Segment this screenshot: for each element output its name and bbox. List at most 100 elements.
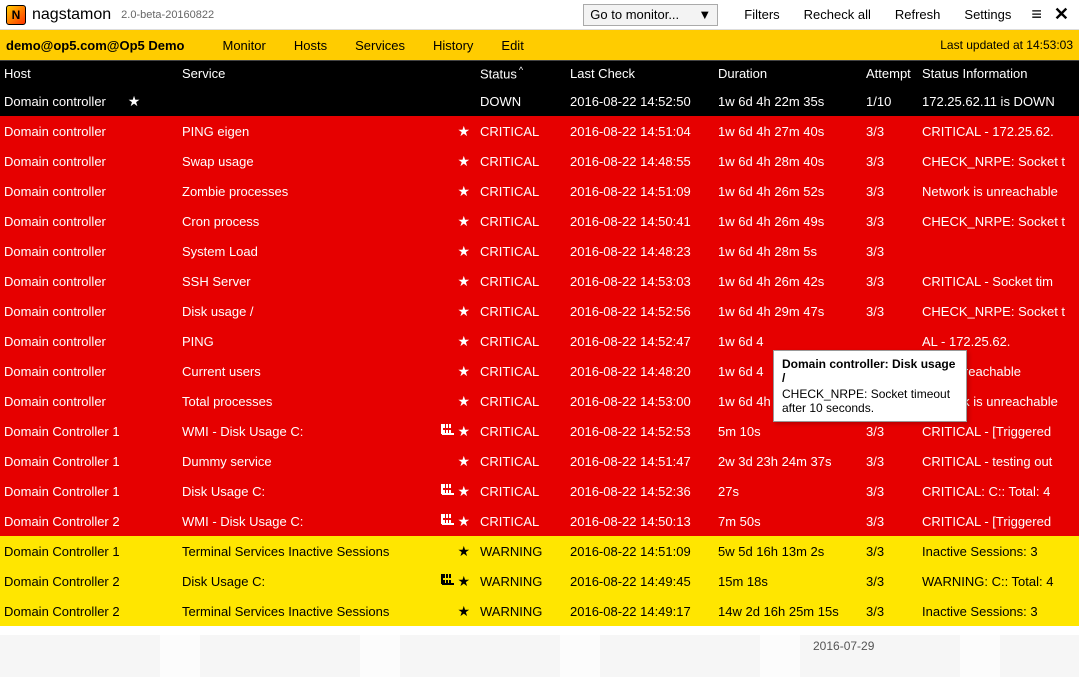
graph-icon[interactable]	[441, 573, 455, 589]
table-row[interactable]: Domain Controller 2WMI - Disk Usage C:★C…	[0, 506, 1079, 536]
host-label: Domain controller	[4, 364, 106, 379]
server-menu-hosts[interactable]: Hosts	[294, 38, 327, 53]
table-row[interactable]: Domain controller ★DOWN2016-08-22 14:52:…	[0, 86, 1079, 116]
star-icon[interactable]: ★	[457, 273, 470, 290]
col-header-lastcheck[interactable]: Last Check	[566, 66, 714, 81]
host-label: Domain Controller 2	[4, 514, 120, 529]
filters-button[interactable]: Filters	[744, 7, 779, 22]
cell-duration: 1w 6d 4h 26m 49s	[714, 214, 862, 229]
cell-info: Inactive Sessions: 3	[918, 604, 1079, 619]
table-row[interactable]: Domain Controller 1Dummy service★CRITICA…	[0, 446, 1079, 476]
table-row[interactable]: Domain controllerPING eigen★CRITICAL2016…	[0, 116, 1079, 146]
cell-attempt: 3/3	[862, 454, 918, 469]
table-row[interactable]: Domain controllerCron process★CRITICAL20…	[0, 206, 1079, 236]
cell-icons: ★	[426, 153, 476, 170]
star-icon[interactable]: ★	[457, 513, 470, 530]
background-thumbnails	[0, 635, 1079, 677]
col-header-info[interactable]: Status Information	[918, 66, 1079, 81]
star-icon[interactable]: ★	[457, 543, 470, 560]
star-icon[interactable]: ★	[457, 573, 470, 590]
top-toolbar: N nagstamon 2.0-beta-20160822 Go to moni…	[0, 0, 1079, 30]
table-row[interactable]: Domain controllerSystem Load★CRITICAL201…	[0, 236, 1079, 266]
star-icon[interactable]: ★	[457, 333, 470, 350]
cell-lastcheck: 2016-08-22 14:51:04	[566, 124, 714, 139]
host-label: Domain controller	[4, 184, 106, 199]
star-icon[interactable]: ★	[457, 423, 470, 440]
cell-host: Domain controller	[0, 274, 178, 289]
star-icon[interactable]: ★	[457, 183, 470, 200]
cell-host: Domain controller	[0, 244, 178, 259]
server-menu-history[interactable]: History	[433, 38, 473, 53]
cell-duration: 1w 6d 4h 26m 42s	[714, 274, 862, 289]
table-row[interactable]: Domain Controller 2Disk Usage C:★WARNING…	[0, 566, 1079, 596]
star-icon[interactable]: ★	[457, 393, 470, 410]
cell-icons: ★	[426, 513, 476, 530]
cell-lastcheck: 2016-08-22 14:52:50	[566, 94, 714, 109]
star-icon[interactable]: ★	[457, 303, 470, 320]
refresh-button[interactable]: Refresh	[895, 7, 941, 22]
col-header-host[interactable]: Host	[0, 66, 178, 81]
hamburger-menu-icon[interactable]: ≡	[1031, 4, 1042, 25]
cell-service: PING	[178, 334, 426, 349]
table-row[interactable]: Domain Controller 1Disk Usage C:★CRITICA…	[0, 476, 1079, 506]
star-icon[interactable]: ★	[457, 453, 470, 470]
cell-lastcheck: 2016-08-22 14:48:23	[566, 244, 714, 259]
recheck-all-button[interactable]: Recheck all	[804, 7, 871, 22]
star-icon[interactable]: ★	[457, 603, 470, 620]
cell-info: CRITICAL: C:: Total: 4	[918, 484, 1079, 499]
table-row[interactable]: Domain controllerDisk usage /★CRITICAL20…	[0, 296, 1079, 326]
star-icon[interactable]: ★	[457, 123, 470, 140]
close-icon[interactable]: ✕	[1054, 4, 1069, 25]
cell-status: CRITICAL	[476, 364, 566, 379]
server-menu-services[interactable]: Services	[355, 38, 405, 53]
cell-status: CRITICAL	[476, 334, 566, 349]
cell-attempt: 3/3	[862, 484, 918, 499]
app-logo: N	[6, 5, 26, 25]
cell-status: CRITICAL	[476, 154, 566, 169]
cell-lastcheck: 2016-08-22 14:52:36	[566, 484, 714, 499]
table-row[interactable]: Domain Controller 2Terminal Services Ina…	[0, 596, 1079, 626]
col-header-service[interactable]: Service	[178, 66, 426, 81]
host-label: Domain controller	[4, 274, 106, 289]
cell-service: WMI - Disk Usage C:	[178, 424, 426, 439]
star-icon[interactable]: ★	[457, 153, 470, 170]
cell-service: Total processes	[178, 394, 426, 409]
graph-icon[interactable]	[441, 423, 455, 439]
table-row[interactable]: Domain Controller 1Terminal Services Ina…	[0, 536, 1079, 566]
cell-info: 172.25.62.11 is DOWN	[918, 94, 1079, 109]
cell-attempt: 1/10	[862, 94, 918, 109]
star-icon[interactable]: ★	[457, 483, 470, 500]
star-icon[interactable]: ★	[457, 213, 470, 230]
settings-button[interactable]: Settings	[964, 7, 1011, 22]
cell-info: CHECK_NRPE: Socket t	[918, 304, 1079, 319]
cell-duration: 5m 10s	[714, 424, 862, 439]
cell-attempt: 3/3	[862, 124, 918, 139]
cell-attempt: 3/3	[862, 574, 918, 589]
cell-icons: ★	[426, 303, 476, 320]
graph-icon[interactable]	[441, 483, 455, 499]
table-row[interactable]: Domain controllerSwap usage★CRITICAL2016…	[0, 146, 1079, 176]
col-header-attempt[interactable]: Attempt	[862, 66, 918, 81]
table-row[interactable]: Domain controllerSSH Server★CRITICAL2016…	[0, 266, 1079, 296]
graph-icon[interactable]	[441, 513, 455, 529]
server-menu-monitor[interactable]: Monitor	[223, 38, 266, 53]
server-menu-edit[interactable]: Edit	[501, 38, 523, 53]
cell-duration: 15m 18s	[714, 574, 862, 589]
star-icon[interactable]: ★	[457, 243, 470, 260]
host-label: Domain Controller 1	[4, 424, 120, 439]
table-row[interactable]: Domain controllerZombie processes★CRITIC…	[0, 176, 1079, 206]
host-label: Domain controller	[4, 154, 106, 169]
cell-icons: ★	[426, 363, 476, 380]
server-name[interactable]: demo@op5.com@Op5 Demo	[6, 38, 185, 53]
cell-info: CRITICAL - [Triggered	[918, 514, 1079, 529]
last-updated-text: Last updated at 14:53:03	[940, 38, 1073, 52]
cell-attempt: 3/3	[862, 304, 918, 319]
cell-lastcheck: 2016-08-22 14:48:55	[566, 154, 714, 169]
col-header-duration[interactable]: Duration	[714, 66, 862, 81]
tooltip-title: Domain controller: Disk usage /	[782, 357, 958, 385]
go-to-monitor-select[interactable]: Go to monitor... ▼	[583, 4, 718, 26]
cell-host: Domain controller ★	[0, 93, 178, 110]
col-header-status[interactable]: Status^	[476, 65, 566, 81]
star-icon[interactable]: ★	[457, 363, 470, 380]
cell-host: Domain controller	[0, 364, 178, 379]
